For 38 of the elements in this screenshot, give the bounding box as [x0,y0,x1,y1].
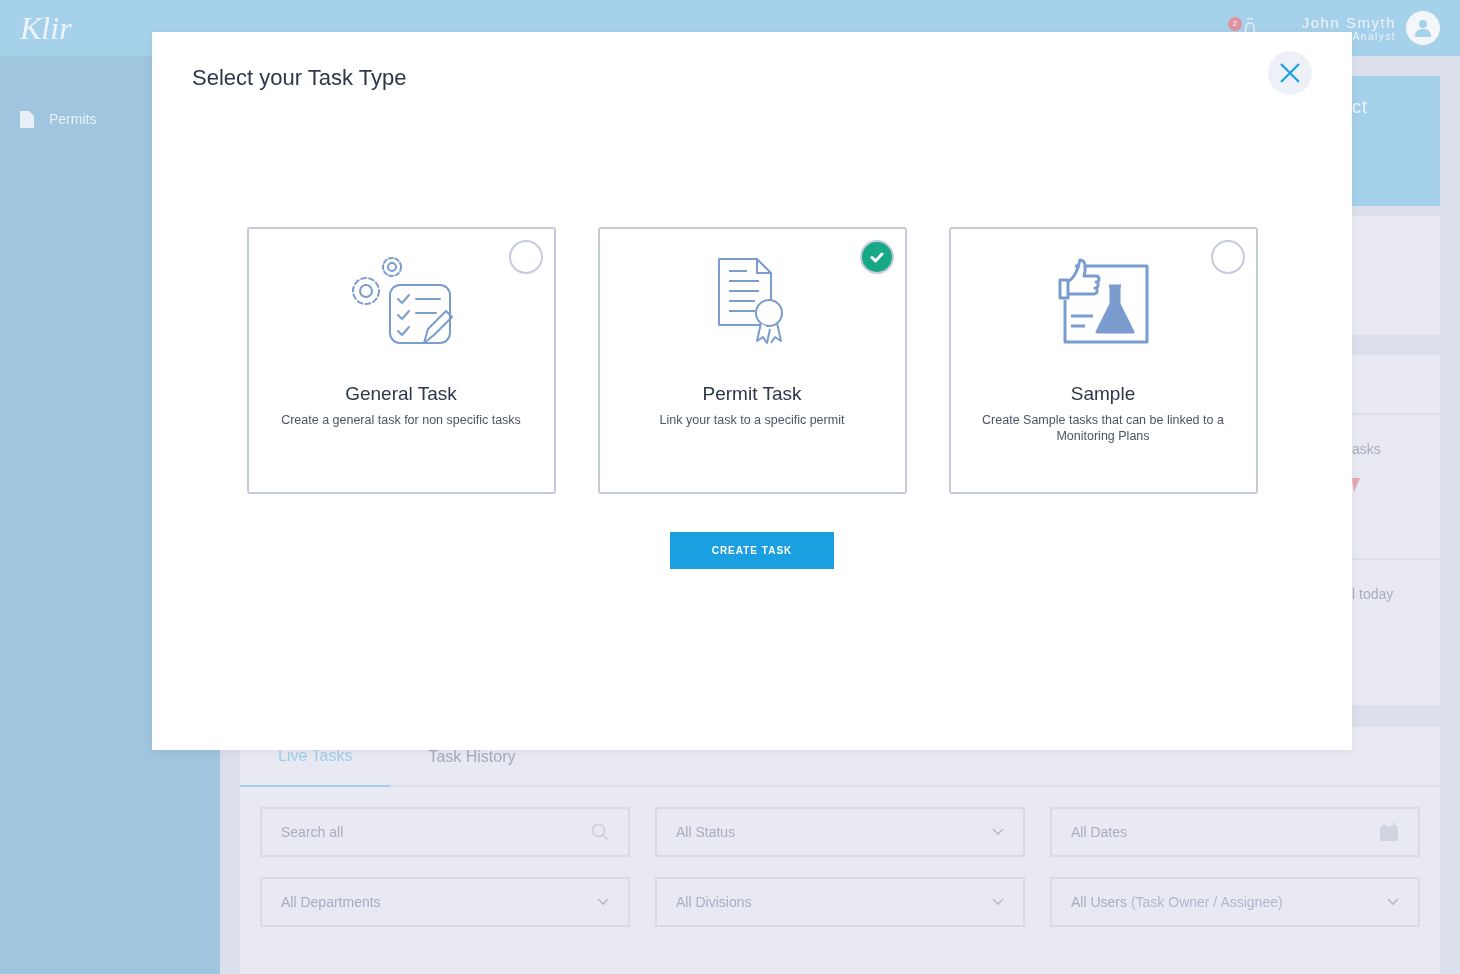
modal-title: Select your Task Type [192,64,407,92]
dropdown-select[interactable]: All Divisions [655,877,1025,927]
task-type-card[interactable]: Permit Task Link your task to a specific permit [597,227,907,494]
user-icon [1415,19,1431,37]
sidebar-item[interactable]: Permits [0,107,220,132]
calendar-icon [1379,822,1399,842]
card-title: Sample [1070,382,1136,406]
user-avatar[interactable] [1406,11,1440,45]
document-icon [20,111,34,128]
chevron-down-icon [992,828,1004,836]
dropdown-select[interactable]: All Departments [260,877,630,927]
chevron-down-icon [1387,898,1399,906]
close-button[interactable] [1268,51,1312,95]
chevron-down-icon [992,898,1004,906]
search-input[interactable]: Search all [281,821,462,843]
user-name: John Smyth [1301,14,1396,30]
dropdown-select[interactable]: All Status [655,807,1025,857]
close-icon [1280,63,1300,83]
stat-label: asks [1352,440,1382,459]
card-description: Create Sample tasks that can be linked to a Monitoring Plans [981,411,1225,444]
task-type-card[interactable]: General Task Create a general task for non specific tasks [246,227,556,494]
card-description: Create a general task for non specific tasks [280,411,522,428]
date-field[interactable]: All Dates [1050,807,1420,857]
create-task-button[interactable]: CREATE TASK [670,532,834,569]
logo[interactable]: Klir [20,4,72,52]
stat-label: l today [1352,585,1395,604]
card-title: General Task [345,382,457,406]
tab[interactable]: Task History [390,727,554,787]
chevron-down-icon [597,898,609,906]
search-field[interactable]: Search all [260,807,630,857]
banner-title: ct [1352,97,1368,117]
selected-check-icon[interactable] [859,240,894,274]
task-type-card[interactable]: Sample Create Sample tasks that can be linked to a Monitoring Plans [948,227,1258,494]
search-icon [591,823,609,841]
notification-badge: 2 [1227,17,1242,31]
card-description: Link your task to a specific permit [658,411,846,428]
card-title: Permit Task [702,382,802,406]
user-role: Analyst [1352,31,1396,42]
